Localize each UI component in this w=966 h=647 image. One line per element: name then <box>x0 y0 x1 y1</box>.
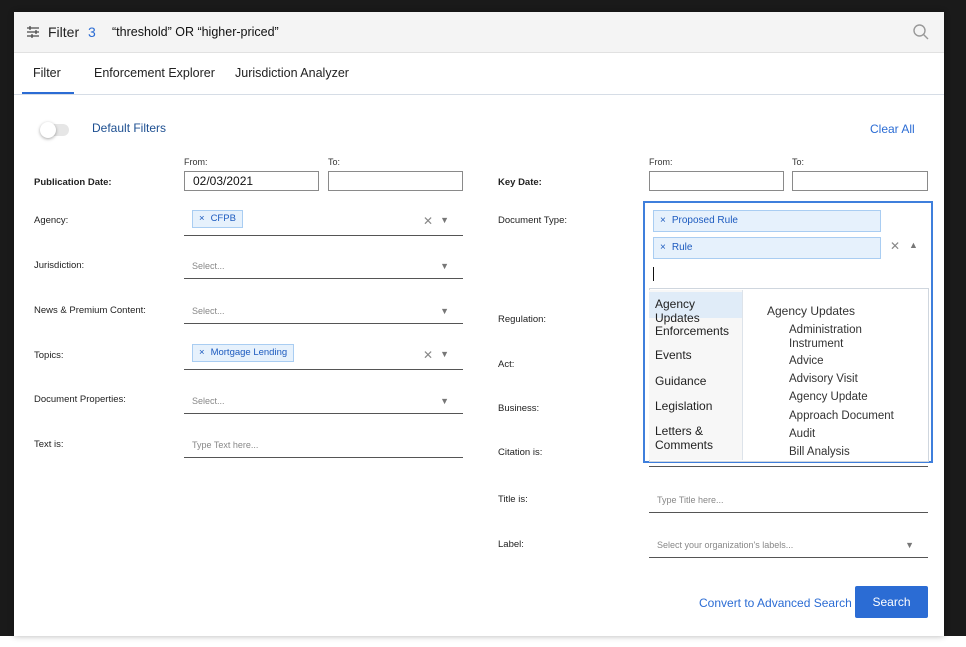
key-from-label: From: <box>649 157 673 167</box>
tab-bar: Filter Enforcement Explorer Jurisdiction… <box>14 52 944 95</box>
options-header: Agency Updates <box>767 304 856 318</box>
toggle-knob <box>40 122 56 138</box>
option-item[interactable]: Agency Update <box>789 391 868 403</box>
news-placeholder: Select... <box>192 306 225 316</box>
default-filters-toggle[interactable] <box>40 122 69 138</box>
option-item[interactable]: Advice <box>789 355 824 367</box>
search-icon[interactable] <box>912 23 930 41</box>
chevron-down-icon[interactable]: ▼ <box>905 540 914 550</box>
citation-underline <box>649 466 928 467</box>
chevron-down-icon[interactable]: ▼ <box>440 396 449 406</box>
document-type-chip-label: Rule <box>671 242 693 253</box>
key-from-input[interactable] <box>649 171 784 191</box>
category-item[interactable]: Letters & Comments <box>655 424 735 452</box>
remove-chip-icon[interactable]: × <box>199 213 205 224</box>
filter-label[interactable]: Filter <box>48 24 79 40</box>
document-type-chip[interactable]: × Rule <box>653 237 881 259</box>
tab-enforcement-explorer[interactable]: Enforcement Explorer <box>94 66 215 80</box>
news-label: News & Premium Content: <box>34 305 146 316</box>
search-button[interactable]: Search <box>855 586 928 618</box>
option-item[interactable]: Administration Instrument <box>789 323 899 351</box>
tab-jurisdiction-analyzer[interactable]: Jurisdiction Analyzer <box>235 66 349 80</box>
clear-document-type-icon[interactable]: ✕ <box>890 239 900 253</box>
publication-from-input[interactable]: 02/03/2021 <box>184 171 319 191</box>
filter-sliders-icon[interactable] <box>26 25 40 39</box>
key-to-label: To: <box>792 157 805 167</box>
chevron-down-icon[interactable]: ▼ <box>440 261 449 271</box>
search-query-text[interactable]: “threshold” OR “higher-priced” <box>112 25 279 39</box>
publication-from-label: From: <box>184 157 208 167</box>
active-tab-indicator <box>22 92 74 94</box>
chevron-down-icon[interactable]: ▼ <box>440 306 449 316</box>
chevron-down-icon[interactable]: ▼ <box>440 349 449 359</box>
document-type-select[interactable]: × Proposed Rule × Rule ✕ ▲ Agency Updates … <box>643 201 933 463</box>
remove-chip-icon[interactable]: × <box>199 347 205 358</box>
document-type-chip-label: Proposed Rule <box>671 215 738 226</box>
document-type-chip[interactable]: × Proposed Rule <box>653 210 881 232</box>
text-is-placeholder: Type Text here... <box>192 440 259 450</box>
filter-count-badge: 3 <box>88 24 96 40</box>
title-is-placeholder: Type Title here... <box>657 495 724 505</box>
convert-advanced-search-link[interactable]: Convert to Advanced Search <box>699 596 852 610</box>
agency-chip[interactable]: × CFPB <box>192 210 243 228</box>
label-field-label: Label: <box>498 539 524 550</box>
citation-label: Citation is: <box>498 447 543 458</box>
category-item[interactable]: Enforcements <box>655 324 729 338</box>
publication-to-label: To: <box>328 157 341 167</box>
text-cursor <box>653 267 654 281</box>
document-properties-placeholder: Select... <box>192 396 225 406</box>
topics-chip-label: Mortgage Lending <box>210 347 288 358</box>
business-label: Business: <box>498 403 540 414</box>
filter-modal: Filter 3 “threshold” OR “higher-priced” … <box>14 12 944 636</box>
publication-to-input[interactable] <box>328 171 463 191</box>
option-item[interactable]: Approach Document <box>789 410 894 422</box>
window-edge-right <box>944 0 966 636</box>
default-filters-label: Default Filters <box>92 121 167 135</box>
window-edge-top <box>0 0 966 12</box>
key-to-input[interactable] <box>792 171 928 191</box>
jurisdiction-select[interactable]: Select... ▼ <box>184 257 463 279</box>
category-item[interactable]: Legislation <box>655 399 712 413</box>
topics-select[interactable]: × Mortgage Lending ✕ ▼ <box>184 344 463 370</box>
agency-chip-label: CFPB <box>210 213 236 224</box>
search-bar[interactable]: Filter 3 “threshold” OR “higher-priced” <box>14 12 944 53</box>
jurisdiction-placeholder: Select... <box>192 261 225 271</box>
title-is-input[interactable]: Type Title here... <box>649 491 928 513</box>
window-edge-left <box>0 0 14 636</box>
text-is-label: Text is: <box>34 439 64 450</box>
category-list: Agency Updates Enforcements Events Guida… <box>649 290 743 460</box>
label-placeholder: Select your organization's labels... <box>657 540 794 550</box>
act-label: Act: <box>498 359 515 370</box>
option-item[interactable]: Advisory Visit <box>789 373 858 385</box>
category-item[interactable]: Events <box>655 348 692 362</box>
chevron-up-icon[interactable]: ▲ <box>909 240 918 250</box>
agency-label: Agency: <box>34 215 69 226</box>
news-select[interactable]: Select... ▼ <box>184 302 463 324</box>
option-item[interactable]: Audit <box>789 428 815 440</box>
clear-agency-icon[interactable]: ✕ <box>423 214 433 228</box>
document-type-label: Document Type: <box>498 215 568 226</box>
chevron-down-icon[interactable]: ▼ <box>440 215 449 225</box>
topics-chip[interactable]: × Mortgage Lending <box>192 344 295 362</box>
regulation-label: Regulation: <box>498 314 547 325</box>
option-item[interactable]: Bill Analysis <box>789 446 850 458</box>
title-is-label: Title is: <box>498 494 528 505</box>
category-item[interactable]: Agency Updates <box>649 292 742 325</box>
clear-topics-icon[interactable]: ✕ <box>423 348 433 362</box>
document-properties-select[interactable]: Select... ▼ <box>184 392 463 414</box>
topics-label: Topics: <box>34 350 64 361</box>
label-select[interactable]: Select your organization's labels... ▼ <box>649 536 928 558</box>
key-date-label: Key Date: <box>498 177 542 188</box>
tab-filter[interactable]: Filter <box>33 66 61 80</box>
agency-select[interactable]: × CFPB ✕ ▼ <box>184 210 463 236</box>
publication-date-label: Publication Date: <box>34 177 112 188</box>
document-properties-label: Document Properties: <box>34 394 126 405</box>
text-is-input[interactable]: Type Text here... <box>184 436 463 458</box>
remove-chip-icon[interactable]: × <box>660 242 666 253</box>
category-item[interactable]: Guidance <box>655 374 706 388</box>
clear-all-link[interactable]: Clear All <box>870 122 915 136</box>
remove-chip-icon[interactable]: × <box>660 215 666 226</box>
jurisdiction-label: Jurisdiction: <box>34 260 85 271</box>
